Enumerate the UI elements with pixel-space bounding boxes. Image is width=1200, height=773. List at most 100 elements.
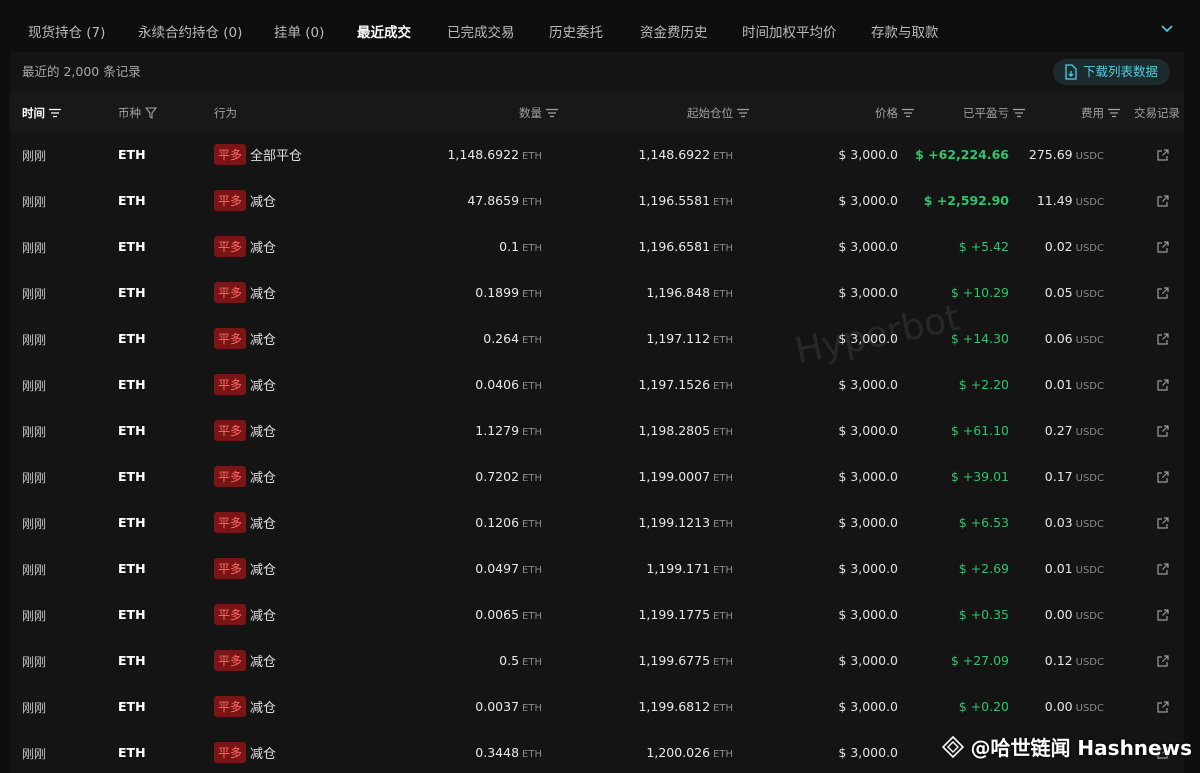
trade-coin[interactable]: ETH bbox=[118, 745, 146, 760]
external-link-icon[interactable] bbox=[1156, 470, 1170, 484]
tab-deposits-withdrawals[interactable]: 存款与取款 bbox=[871, 21, 939, 41]
trade-time: 刚刚 bbox=[22, 425, 47, 439]
qty-unit: ETH bbox=[522, 243, 542, 254]
trade-coin[interactable]: ETH bbox=[118, 193, 146, 208]
side-badge: 平多 bbox=[214, 282, 247, 303]
trade-coin[interactable]: ETH bbox=[118, 699, 146, 714]
tab-open-orders[interactable]: 挂单 (0) bbox=[274, 21, 324, 41]
column-qty[interactable]: 数量 bbox=[519, 105, 558, 121]
trade-qty: 1,148.6922 ETH bbox=[447, 147, 542, 162]
external-link-icon[interactable] bbox=[1156, 286, 1170, 300]
column-time[interactable]: 时间 bbox=[22, 105, 61, 121]
trade-fee-value: 0.17 bbox=[1044, 469, 1073, 484]
table-row: 刚刚 ETH 平多 减仓 0.1899 ETH 1,196.848 ETH $ 3,000.0 $… bbox=[10, 270, 1184, 316]
external-link-icon[interactable] bbox=[1156, 516, 1170, 530]
tab-order-history[interactable]: 历史委托 bbox=[549, 21, 603, 41]
trade-price: $ 3,000.0 bbox=[838, 147, 898, 162]
action-text: 减仓 bbox=[250, 333, 277, 348]
trade-coin[interactable]: ETH bbox=[118, 285, 146, 300]
sort-icon bbox=[1013, 108, 1025, 118]
column-coin[interactable]: 币种 bbox=[118, 105, 157, 121]
trade-coin[interactable]: ETH bbox=[118, 377, 146, 392]
trade-fee: 0.00 USDC bbox=[1045, 699, 1104, 714]
external-link-icon[interactable] bbox=[1156, 424, 1170, 438]
fee-unit: USDC bbox=[1075, 703, 1104, 714]
action-text: 减仓 bbox=[250, 517, 277, 532]
trade-coin[interactable]: ETH bbox=[118, 331, 146, 346]
trade-start-position: 1,197.112 ETH bbox=[646, 331, 733, 346]
tab-twap[interactable]: 时间加权平均价 bbox=[742, 21, 837, 41]
external-link-icon[interactable] bbox=[1156, 148, 1170, 162]
trade-time: 刚刚 bbox=[22, 379, 47, 393]
trade-fee: 0.27 USDC bbox=[1045, 423, 1104, 438]
action-text: 减仓 bbox=[250, 471, 277, 486]
column-pnl-label: 已平盈亏 bbox=[963, 106, 1009, 120]
qty-unit: ETH bbox=[522, 657, 542, 668]
column-closed-pnl[interactable]: 已平盈亏 bbox=[963, 105, 1025, 121]
column-fee[interactable]: 费用 bbox=[1081, 105, 1120, 121]
trade-qty-value: 0.0497 bbox=[475, 561, 520, 576]
external-link-icon[interactable] bbox=[1156, 378, 1170, 392]
trade-coin[interactable]: ETH bbox=[118, 515, 146, 530]
trade-start-value: 1,199.6775 bbox=[638, 653, 711, 668]
tab-recent-trades[interactable]: 最近成交 bbox=[357, 21, 411, 41]
external-link-icon[interactable] bbox=[1156, 240, 1170, 254]
qty-unit: ETH bbox=[522, 473, 542, 484]
trade-coin[interactable]: ETH bbox=[118, 561, 146, 576]
table-header: 时间 币种 行为 数量 起始仓位 价格 已平盈亏 费用 交易记录 bbox=[10, 92, 1184, 132]
download-list-button[interactable]: 下载列表数据 bbox=[1052, 59, 1170, 85]
external-link-icon[interactable] bbox=[1156, 608, 1170, 622]
trade-coin[interactable]: ETH bbox=[118, 653, 146, 668]
column-price[interactable]: 价格 bbox=[875, 105, 914, 121]
trade-start-position: 1,199.1213 ETH bbox=[638, 515, 733, 530]
tab-completed-trades[interactable]: 已完成交易 bbox=[447, 21, 515, 41]
trade-closed-pnl: $ +2.69 bbox=[958, 561, 1009, 576]
side-badge: 平多 bbox=[214, 696, 247, 717]
qty-unit: ETH bbox=[522, 611, 542, 622]
trade-fee-value: 0.01 bbox=[1044, 377, 1073, 392]
table-row: 刚刚 ETH 平多 减仓 0.0406 ETH 1,197.1526 ETH $ 3,000.0… bbox=[10, 362, 1184, 408]
trade-start-position: 1,199.171 ETH bbox=[646, 561, 733, 576]
trade-start-position: 1,199.6775 ETH bbox=[638, 653, 733, 668]
panel-subheader: 最近的 2,000 条记录 下载列表数据 bbox=[10, 52, 1184, 90]
table-row: 刚刚 ETH 平多 减仓 47.8659 ETH 1,196.5581 ETH $ 3,000.… bbox=[10, 178, 1184, 224]
trade-fee: 0.06 USDC bbox=[1045, 331, 1104, 346]
fee-unit: USDC bbox=[1075, 151, 1104, 162]
tab-funding-history[interactable]: 资金费历史 bbox=[640, 21, 708, 41]
chevron-down-icon[interactable] bbox=[1160, 22, 1174, 36]
trade-price: $ 3,000.0 bbox=[838, 423, 898, 438]
trade-fee: 0.05 USDC bbox=[1045, 285, 1104, 300]
fee-unit: USDC bbox=[1075, 197, 1104, 208]
tab-spot-holdings[interactable]: 现货持仓 (7) bbox=[28, 21, 105, 41]
trade-time: 刚刚 bbox=[22, 241, 47, 255]
trade-qty: 0.264 ETH bbox=[483, 331, 542, 346]
side-badge: 平多 bbox=[214, 558, 247, 579]
external-link-icon[interactable] bbox=[1156, 562, 1170, 576]
fee-unit: USDC bbox=[1075, 473, 1104, 484]
side-badge: 平多 bbox=[214, 420, 247, 441]
side-badge: 平多 bbox=[214, 742, 247, 763]
external-link-icon[interactable] bbox=[1156, 194, 1170, 208]
trade-coin[interactable]: ETH bbox=[118, 607, 146, 622]
fee-unit: USDC bbox=[1075, 243, 1104, 254]
trade-price: $ 3,000.0 bbox=[838, 699, 898, 714]
external-link-icon[interactable] bbox=[1156, 654, 1170, 668]
column-start-position[interactable]: 起始仓位 bbox=[687, 105, 749, 121]
trade-price: $ 3,000.0 bbox=[838, 285, 898, 300]
trade-closed-pnl: $ +0.35 bbox=[958, 607, 1009, 622]
external-link-icon[interactable] bbox=[1156, 332, 1170, 346]
trade-coin[interactable]: ETH bbox=[118, 469, 146, 484]
trade-coin[interactable]: ETH bbox=[118, 423, 146, 438]
external-link-icon[interactable] bbox=[1156, 700, 1170, 714]
tab-perp-holdings[interactable]: 永续合约持仓 (0) bbox=[138, 21, 242, 41]
trade-coin[interactable]: ETH bbox=[118, 239, 146, 254]
trade-action: 平多 减仓 bbox=[214, 466, 276, 487]
trade-coin[interactable]: ETH bbox=[118, 147, 146, 162]
trade-fee: 0.01 USDC bbox=[1045, 377, 1104, 392]
action-text: 全部平仓 bbox=[250, 149, 303, 164]
side-badge: 平多 bbox=[214, 512, 247, 533]
trade-qty-value: 47.8659 bbox=[467, 193, 520, 208]
trade-start-position: 1,199.6812 ETH bbox=[638, 699, 733, 714]
trade-qty-value: 0.7202 bbox=[475, 469, 520, 484]
sort-icon bbox=[737, 108, 749, 118]
